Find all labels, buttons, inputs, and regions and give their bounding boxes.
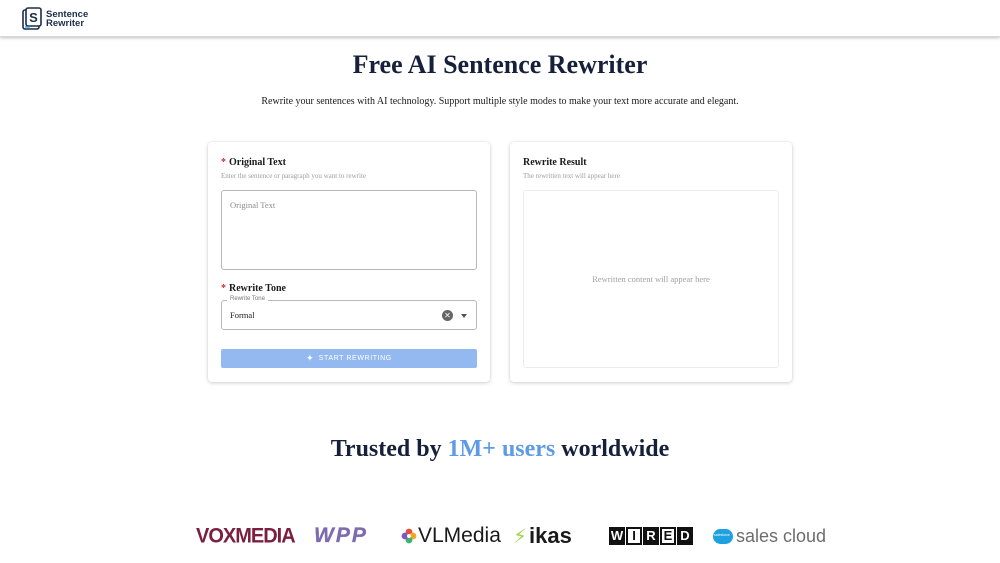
original-text-hint: Enter the sentence or paragraph you want… [221,172,366,180]
wired-letter: R [643,527,659,545]
ikas-logo: ⚡ ikas [513,521,572,551]
logo-line-2: Rewriter [46,18,85,29]
salesforce-text: sales cloud [736,525,827,546]
logo-icon: S [22,7,42,30]
rewrite-result-box[interactable]: Rewritten content will appear here [523,190,779,368]
rewrite-tone-select[interactable]: Rewrite Tone Formal ✕ [221,296,477,330]
input-card: * Original Text Enter the sentence or par… [208,142,490,382]
wired-letter: E [660,527,676,545]
sparkle-icon: ✦ [306,353,314,364]
wired-letter: W [609,527,625,545]
rewrite-result-hint: The rewritten text will appear here [523,172,620,180]
page-subtitle: Rewrite your sentences with AI technolog… [261,96,739,107]
vlmedia-logo: VLMedia [401,521,501,551]
ikas-text: ikas [529,523,572,548]
brand-logos: VOXMEDIA WPP VLMedia ⚡ ikas W I R E D sa… [196,521,826,551]
wired-letter: I [626,527,642,545]
wired-letter: D [677,527,693,545]
logo-text: Sentence Rewriter [46,9,88,29]
original-text-label-text: Original Text [229,157,286,168]
trusted-highlight: 1M+ users [447,436,556,462]
rewrite-tone-label: * Rewrite Tone [221,283,286,294]
trusted-prefix: Trusted by [330,436,448,462]
rewrite-tone-value: Formal [230,310,255,320]
trusted-suffix: worldwide [555,436,670,462]
rewrite-result-placeholder: Rewritten content will appear here [592,274,710,284]
chevron-down-icon[interactable] [461,314,467,318]
svg-text:S: S [29,10,38,25]
wired-logo: W I R E D [609,521,693,551]
vlmedia-text: VLMedia [418,524,501,547]
original-text-input[interactable] [221,190,477,270]
rewrite-tone-legend: Rewrite Tone [227,296,268,302]
clear-icon[interactable]: ✕ [442,310,453,321]
trusted-heading: Trusted by 1M+ users worldwide [0,436,1000,463]
salesforce-cloud-icon [713,528,733,544]
result-card: Rewrite Result The rewritten text will a… [510,142,792,382]
rewrite-result-label: Rewrite Result [523,157,587,168]
salesforce-logo: sales cloud [713,521,826,551]
wpp-logo: WPP [314,524,368,547]
rewrite-tone-label-text: Rewrite Tone [229,283,286,294]
page-title: Free AI Sentence Rewriter [352,50,648,79]
required-mark: * [221,157,226,168]
vlmedia-flower-icon [401,528,417,544]
required-mark: * [221,283,226,294]
original-text-label: * Original Text [221,157,286,168]
start-rewriting-button[interactable]: ✦ START REWRITING [221,349,477,368]
voxmedia-logo: VOXMEDIA [196,523,296,548]
top-header: S Sentence Rewriter [0,0,1000,37]
start-rewriting-label: START REWRITING [318,355,392,362]
bolt-icon: ⚡ [513,524,528,548]
site-logo[interactable]: S Sentence Rewriter [22,7,88,31]
